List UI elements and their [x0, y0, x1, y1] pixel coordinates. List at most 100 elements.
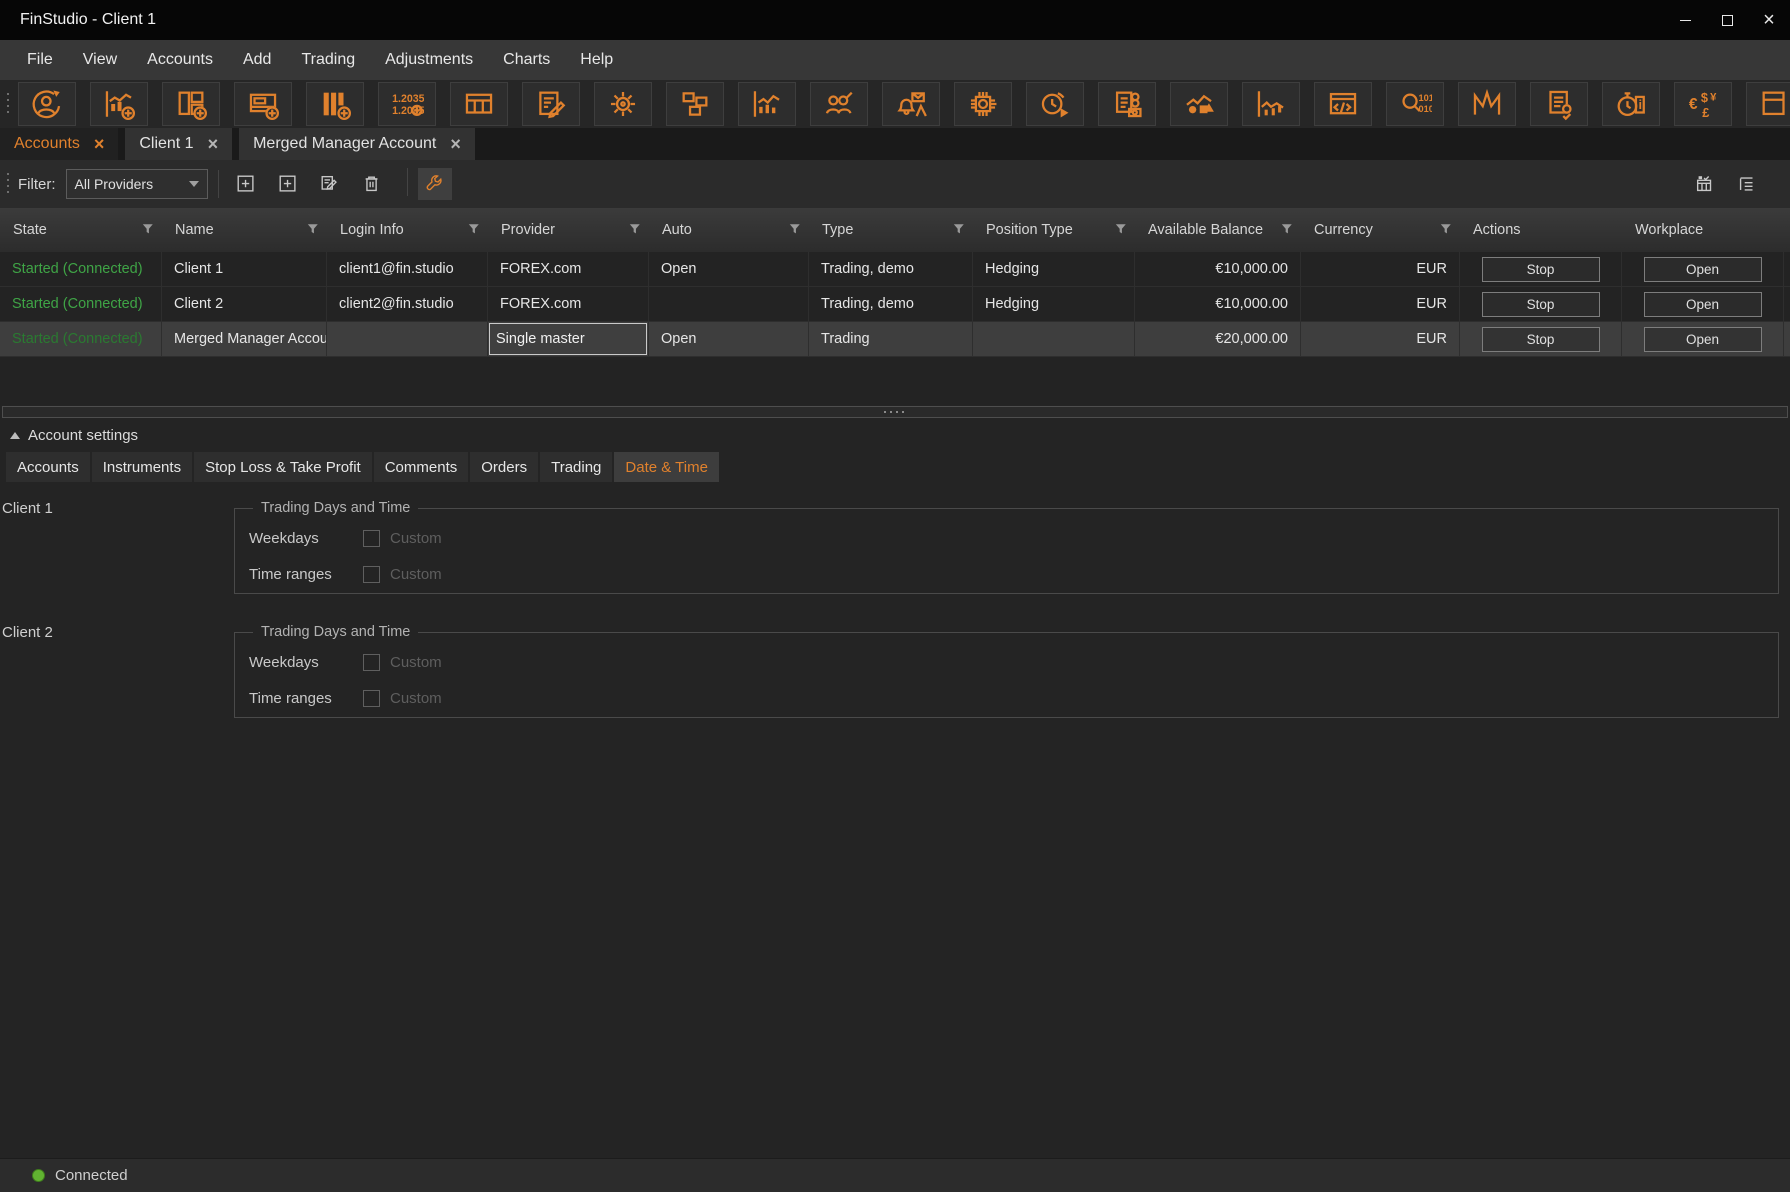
- custom-checkbox[interactable]: [363, 690, 380, 707]
- filter-funnel-icon[interactable]: [1113, 221, 1130, 238]
- toolbar-button-note-edit[interactable]: [522, 82, 580, 126]
- custom-checkbox[interactable]: [363, 654, 380, 671]
- open-workplace-button[interactable]: Open: [1644, 327, 1762, 352]
- menu-view[interactable]: View: [68, 40, 132, 80]
- filter-funnel-icon[interactable]: [305, 221, 322, 238]
- toolbar-button-chart-add[interactable]: [90, 82, 148, 126]
- filter-funnel-icon[interactable]: [1438, 221, 1455, 238]
- toolbar-button-code-editor[interactable]: [1314, 82, 1372, 126]
- toolbar-button-account-sync[interactable]: [18, 82, 76, 126]
- edit-list-button[interactable]: [313, 168, 347, 200]
- tab-merged-manager-account[interactable]: Merged Manager Account×: [239, 128, 475, 160]
- account-row[interactable]: Started (Connected)Client 2client2@fin.s…: [0, 287, 1790, 322]
- toolbar-button-market-watch[interactable]: [738, 82, 796, 126]
- menu-adjustments[interactable]: Adjustments: [370, 40, 488, 80]
- open-workplace-button[interactable]: Open: [1644, 292, 1762, 317]
- toolbar-button-connections[interactable]: [810, 82, 868, 126]
- filter-funnel-icon[interactable]: [787, 221, 804, 238]
- wrench-button[interactable]: [418, 168, 452, 200]
- filter-funnel-icon[interactable]: [140, 221, 157, 238]
- column-header-currency[interactable]: Currency: [1301, 208, 1460, 252]
- cell-stop-button: Stop: [1460, 287, 1622, 321]
- settings-tab-comments[interactable]: Comments: [374, 452, 469, 482]
- account-row[interactable]: Started (Connected)Merged Manager Accoun…: [0, 322, 1790, 357]
- filter-funnel-icon[interactable]: [466, 221, 483, 238]
- stop-button[interactable]: Stop: [1482, 327, 1600, 352]
- filter-funnel-icon[interactable]: [951, 221, 968, 238]
- settings-tab-stop-loss-take-profit[interactable]: Stop Loss & Take Profit: [194, 452, 372, 482]
- splitter[interactable]: [0, 405, 1790, 419]
- minimize-button[interactable]: [1664, 0, 1706, 40]
- column-header-auto[interactable]: Auto: [649, 208, 809, 252]
- toolbar-button-find-data[interactable]: 101010: [1386, 82, 1444, 126]
- custom-checkbox[interactable]: [363, 566, 380, 583]
- filter-funnel-icon[interactable]: [1279, 221, 1296, 238]
- toolbar-button-columns-add[interactable]: [306, 82, 364, 126]
- settings-tab-date-time[interactable]: Date & Time: [614, 452, 719, 482]
- menu-help[interactable]: Help: [565, 40, 628, 80]
- toolbar-button-chart-objects[interactable]: [1170, 82, 1228, 126]
- stop-button[interactable]: Stop: [1482, 292, 1600, 317]
- column-header-login-info[interactable]: Login Info: [327, 208, 488, 252]
- tree-view-button[interactable]: [1730, 168, 1764, 200]
- maximize-button[interactable]: [1706, 0, 1748, 40]
- toolbar-button-reports-money[interactable]: [1098, 82, 1156, 126]
- account-settings-header[interactable]: Account settings: [0, 419, 1790, 452]
- filter-funnel-icon[interactable]: [627, 221, 644, 238]
- tab-client-1[interactable]: Client 1×: [125, 128, 232, 160]
- workspace-add-icon: [246, 87, 280, 121]
- toolbar-button-notifications[interactable]: [882, 82, 940, 126]
- toolbar-button-windows-layout[interactable]: [666, 82, 724, 126]
- provider-editor[interactable]: Single master: [489, 323, 647, 355]
- filterbar-grip[interactable]: [6, 171, 10, 197]
- column-header-position-type[interactable]: Position Type: [973, 208, 1135, 252]
- column-header-name[interactable]: Name: [162, 208, 327, 252]
- close-tab-icon[interactable]: ×: [94, 134, 105, 155]
- column-header-provider[interactable]: Provider: [488, 208, 649, 252]
- toolbar-button-board[interactable]: [450, 82, 508, 126]
- board-icon: [462, 87, 496, 121]
- settings-tab-orders[interactable]: Orders: [470, 452, 538, 482]
- menu-charts[interactable]: Charts: [488, 40, 565, 80]
- toolbar-button-panels-add[interactable]: [162, 82, 220, 126]
- toolbar-button-pattern-chart[interactable]: [1458, 82, 1516, 126]
- menu-accounts[interactable]: Accounts: [132, 40, 228, 80]
- tab-accounts[interactable]: Accounts×: [0, 128, 118, 160]
- stop-button[interactable]: Stop: [1482, 257, 1600, 282]
- toolbar-button-script-settings[interactable]: [1530, 82, 1588, 126]
- settings-tab-instruments[interactable]: Instruments: [92, 452, 192, 482]
- column-header-type[interactable]: Type: [809, 208, 973, 252]
- cell-currency: EUR: [1301, 322, 1460, 356]
- toolbar-button-partial[interactable]: [1746, 82, 1790, 126]
- settings-tab-accounts[interactable]: Accounts: [6, 452, 90, 482]
- close-button[interactable]: ×: [1748, 0, 1790, 40]
- toolbar-button-timer-info[interactable]: i: [1602, 82, 1660, 126]
- custom-checkbox[interactable]: [363, 530, 380, 547]
- toolbar-button-currency-converter[interactable]: €$¥£: [1674, 82, 1732, 126]
- close-tab-icon[interactable]: ×: [208, 134, 219, 155]
- close-tab-icon[interactable]: ×: [450, 134, 461, 155]
- account-row[interactable]: Started (Connected)Client 1client1@fin.s…: [0, 252, 1790, 287]
- menu-file[interactable]: File: [12, 40, 68, 80]
- column-header-actions[interactable]: Actions: [1460, 208, 1622, 252]
- column-header-workplace[interactable]: Workplace: [1622, 208, 1784, 252]
- column-chooser-button[interactable]: [1688, 168, 1722, 200]
- toolbar-button-automation-chip[interactable]: [954, 82, 1012, 126]
- cell-open-workplace-button: Open: [1622, 252, 1784, 286]
- column-header-available-balance[interactable]: Available Balance: [1135, 208, 1301, 252]
- add-connection-button[interactable]: [271, 168, 305, 200]
- toolbar-button-tick-chart[interactable]: [1242, 82, 1300, 126]
- add-account-button[interactable]: [229, 168, 263, 200]
- menu-add[interactable]: Add: [228, 40, 286, 80]
- column-header-state[interactable]: State: [0, 208, 162, 252]
- toolbar-button-quote-add[interactable]: 1.203561.2035: [378, 82, 436, 126]
- toolbar-grip[interactable]: [6, 91, 10, 117]
- delete-button[interactable]: [355, 168, 389, 200]
- toolbar-button-workspace-add[interactable]: [234, 82, 292, 126]
- toolbar-button-scheduler[interactable]: [1026, 82, 1084, 126]
- toolbar-button-settings-gear[interactable]: [594, 82, 652, 126]
- provider-filter-dropdown[interactable]: All Providers: [66, 169, 208, 199]
- open-workplace-button[interactable]: Open: [1644, 257, 1762, 282]
- settings-tab-trading[interactable]: Trading: [540, 452, 612, 482]
- menu-trading[interactable]: Trading: [286, 40, 370, 80]
